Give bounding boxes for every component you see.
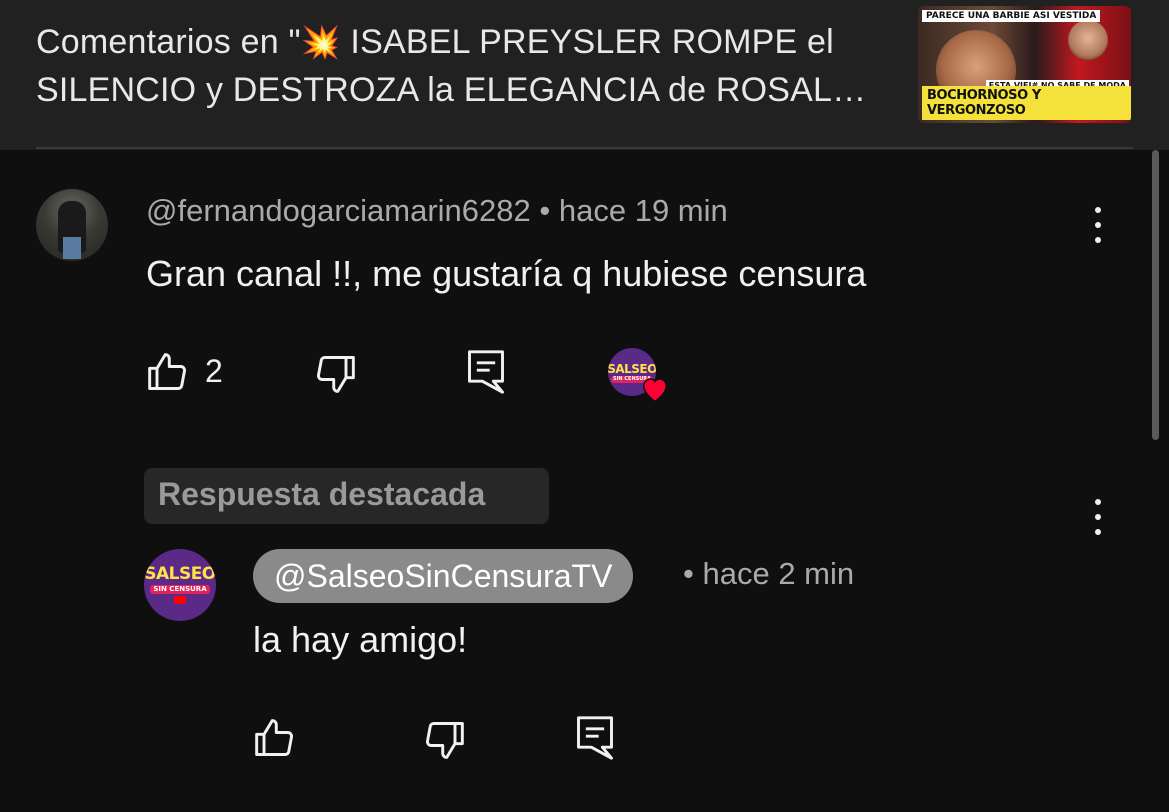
reply-comment-icon [468, 350, 504, 394]
thumbs-down-icon [425, 722, 464, 759]
reply-text: la hay amigo! [253, 619, 468, 660]
pinned-reply-text: Respuesta destacada [158, 476, 486, 512]
thumbnail-bottom-caption: BOCHORNOSO Y VERGONZOSO [922, 86, 1131, 120]
like-count: 2 [205, 353, 223, 389]
channel-avatar-title: SALSEO [144, 564, 216, 584]
comment-more-button[interactable] [1088, 205, 1108, 245]
comment-meta: @fernandogarciamarin6282 • hace 19 min [146, 193, 728, 229]
thumbnail-top-caption: PARECE UNA BARBIE ASI VESTIDA [922, 10, 1101, 22]
creator-badge-title: SALSEO [608, 361, 656, 376]
video-thumbnail[interactable]: PARECE UNA BARBIE ASI VESTIDA ESTA VIEJ#… [918, 6, 1131, 123]
title-prefix: Comentarios en " [36, 23, 301, 61]
thumbs-up-icon [148, 353, 187, 390]
reply-reply-button[interactable] [573, 714, 617, 762]
channel-avatar[interactable]: SALSEO SIN CENSURA [144, 549, 216, 621]
reply-button[interactable] [464, 348, 508, 396]
thumbnail-face-right [1068, 20, 1108, 60]
reply-comment-icon [577, 716, 613, 760]
reply-author: @SalseoSinCensuraTV [274, 557, 613, 594]
thumbs-up-icon [255, 719, 294, 756]
reply-time: hace 2 min [702, 556, 855, 591]
heart-icon [642, 378, 668, 403]
scrollbar[interactable] [1152, 150, 1159, 440]
pinned-reply-label: Respuesta destacada [144, 468, 549, 524]
like-button[interactable] [146, 350, 190, 394]
meta-separator: • [683, 556, 694, 591]
dislike-button[interactable] [313, 352, 357, 396]
title-line-1-text: ISABEL PREYSLER ROMPE el [340, 23, 834, 61]
reply-author-chip[interactable]: @SalseoSinCensuraTV [253, 549, 634, 603]
comment-time: hace 19 min [558, 193, 728, 228]
comments-header: Comentarios en "💥 ISABEL PREYSLER ROMPE … [0, 0, 1169, 150]
reply-dislike-button[interactable] [422, 718, 466, 762]
thumbs-down-icon [316, 356, 355, 393]
more-vertical-icon [1095, 207, 1101, 213]
title-line-2: SILENCIO y DESTROZA la ELEGANCIA de ROSA… [36, 71, 867, 109]
commenter-avatar[interactable] [36, 189, 108, 261]
collision-icon: 💥 [300, 24, 341, 60]
page-title: Comentarios en "💥 ISABEL PREYSLER ROMPE … [36, 18, 896, 114]
title-line-1: Comentarios en "💥 ISABEL PREYSLER ROMPE … [36, 18, 896, 66]
play-button-icon [174, 596, 186, 604]
reply-like-button[interactable] [253, 716, 297, 760]
more-vertical-icon [1095, 499, 1101, 505]
comment-author[interactable]: @fernandogarciamarin6282 [146, 193, 531, 228]
meta-separator: • [539, 193, 551, 228]
channel-avatar-subtitle: SIN CENSURA [150, 585, 210, 594]
reply-more-button[interactable] [1088, 497, 1108, 537]
reply-meta: • hace 2 min [683, 556, 854, 592]
header-divider [36, 147, 1133, 149]
comment-text: Gran canal !!, me gustaría q hubiese cen… [146, 253, 867, 294]
avatar-figure-legs [63, 237, 81, 259]
